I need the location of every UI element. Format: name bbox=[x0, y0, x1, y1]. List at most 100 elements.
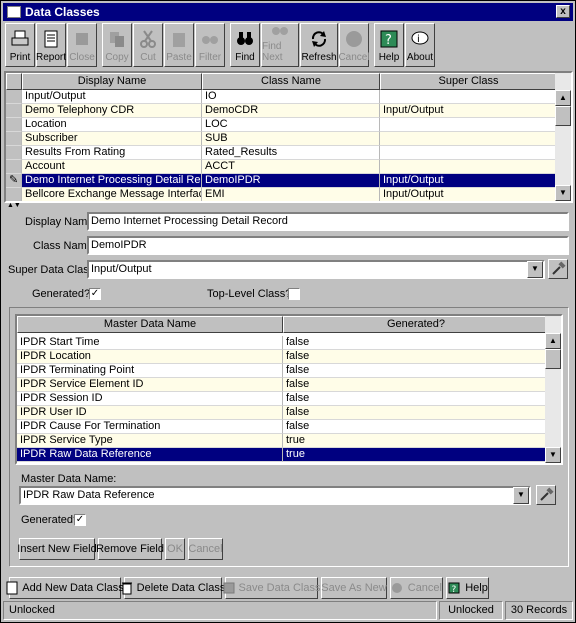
master-scroll-thumb[interactable] bbox=[545, 349, 561, 369]
master-cell[interactable]: IPDR Raw Data Reference bbox=[17, 448, 283, 462]
class-cell[interactable]: ACCT bbox=[202, 160, 380, 174]
class-row[interactable]: Bellcore Exchange Message Interface EMI In… bbox=[6, 188, 557, 201]
class-cell[interactable]: Location bbox=[22, 118, 202, 132]
bottom-help-button[interactable]: ? Help bbox=[446, 577, 489, 599]
master-row[interactable]: IPDR Cause For Termination false bbox=[17, 420, 549, 434]
toolbar-refresh-button[interactable]: Refresh bbox=[300, 23, 338, 67]
master-cell[interactable]: IPDR User ID bbox=[17, 406, 283, 420]
class-cell[interactable]: Results From Rating bbox=[22, 146, 202, 160]
master-cell[interactable]: false bbox=[283, 406, 549, 420]
toolbar-report-button[interactable]: Report bbox=[36, 23, 66, 67]
class-cell[interactable] bbox=[380, 146, 557, 160]
row-header[interactable] bbox=[6, 90, 22, 104]
class-row[interactable]: Location LOC bbox=[6, 118, 557, 132]
toolbar-close-button[interactable]: Close bbox=[67, 23, 97, 67]
top-level-checkbox[interactable] bbox=[288, 288, 300, 300]
class-cell[interactable]: Demo Internet Processing Detail Record bbox=[22, 174, 202, 188]
classes-vertical-scrollbar[interactable]: ▲ ▼ bbox=[555, 73, 571, 201]
class-cell[interactable]: IO bbox=[202, 90, 380, 104]
insert-new-field-button[interactable]: Insert New Field bbox=[17, 538, 97, 560]
field-generated-checkbox[interactable]: ✓ bbox=[74, 514, 86, 526]
save-data-class-button[interactable]: Save Data Class bbox=[223, 577, 320, 599]
master-row[interactable]: IPDR Service Type true bbox=[17, 434, 549, 448]
class-cell[interactable] bbox=[380, 160, 557, 174]
master-cell[interactable]: false bbox=[283, 378, 549, 392]
class-cell[interactable]: Account bbox=[22, 160, 202, 174]
toolbar-paste-button[interactable]: Paste bbox=[164, 23, 194, 67]
master-row[interactable]: IPDR User ID false bbox=[17, 406, 549, 420]
master-cell[interactable]: IPDR Service Element ID bbox=[17, 378, 283, 392]
class-cell[interactable]: DemoCDR bbox=[202, 104, 380, 118]
class-cell[interactable]: SUB bbox=[202, 132, 380, 146]
class-row[interactable]: Results From Rating Rated_Results bbox=[6, 146, 557, 160]
class-row[interactable]: Subscriber SUB bbox=[6, 132, 557, 146]
master-cell[interactable]: IPDR Start Time bbox=[17, 336, 283, 350]
toolbar-find-next-button[interactable]: Find Next bbox=[261, 23, 299, 67]
master-cell[interactable]: IPDR Location bbox=[17, 350, 283, 364]
toolbar-about-button[interactable]: i About bbox=[405, 23, 435, 67]
class-row[interactable]: ✎Demo Internet Processing Detail RecordD… bbox=[6, 174, 557, 188]
master-cell[interactable]: false bbox=[283, 336, 549, 350]
master-cell[interactable]: true bbox=[283, 448, 549, 462]
master-row[interactable]: IPDR Start Time false bbox=[17, 336, 549, 350]
scroll-up-button[interactable]: ▲ bbox=[555, 90, 571, 106]
master-vertical-scrollbar[interactable]: ▲ ▼ bbox=[545, 316, 561, 463]
column-header-master-data-name[interactable]: Master Data Name bbox=[17, 316, 283, 333]
toolbar-print-button[interactable]: Print bbox=[5, 23, 35, 67]
master-cell[interactable]: IPDR Service Type bbox=[17, 434, 283, 448]
master-data-picker-button[interactable] bbox=[536, 485, 556, 505]
close-window-button[interactable]: x bbox=[556, 5, 570, 18]
class-cell[interactable]: Input/Output bbox=[380, 174, 557, 188]
class-cell[interactable]: LOC bbox=[202, 118, 380, 132]
master-cell[interactable]: false bbox=[283, 364, 549, 378]
master-data-dropdown-arrow[interactable]: ▼ bbox=[513, 487, 529, 504]
scroll-thumb[interactable] bbox=[555, 106, 571, 126]
add-new-data-class-button[interactable]: Add New Data Class bbox=[6, 577, 124, 599]
master-row[interactable]: IPDR Terminating Point false bbox=[17, 364, 549, 378]
row-header[interactable] bbox=[6, 104, 22, 118]
class-cell[interactable] bbox=[380, 118, 557, 132]
edit-row-indicator-icon[interactable]: ✎ bbox=[6, 174, 22, 188]
bottom-cancel-button[interactable]: Cancel bbox=[390, 577, 443, 599]
class-row[interactable]: Demo Telephony CDR DemoCDR Input/Output bbox=[6, 104, 557, 118]
toolbar-copy-button[interactable]: Copy bbox=[102, 23, 132, 67]
toolbar-find-button[interactable]: Find bbox=[230, 23, 260, 67]
master-row[interactable]: IPDR Location false bbox=[17, 350, 549, 364]
super-class-picker-button[interactable] bbox=[548, 259, 568, 279]
title-bar[interactable]: Data Classes x bbox=[3, 3, 573, 21]
column-header-super-class[interactable]: Super Class bbox=[380, 73, 557, 90]
row-header[interactable] bbox=[6, 160, 22, 174]
master-cell[interactable]: false bbox=[283, 350, 549, 364]
column-header-generated[interactable]: Generated? bbox=[283, 316, 549, 333]
toolbar-cut-button[interactable]: Cut bbox=[133, 23, 163, 67]
class-cell[interactable] bbox=[380, 132, 557, 146]
class-cell[interactable]: Bellcore Exchange Message Interface bbox=[22, 188, 202, 201]
row-header[interactable] bbox=[6, 118, 22, 132]
master-row[interactable]: IPDR Raw Data Reference true bbox=[17, 448, 549, 462]
toolbar-cancel-button[interactable]: Cancel bbox=[338, 23, 370, 67]
class-cell[interactable]: Input/Output bbox=[380, 188, 557, 201]
scroll-down-button[interactable]: ▼ bbox=[555, 185, 571, 201]
master-scroll-down-button[interactable]: ▼ bbox=[545, 447, 561, 463]
master-cell[interactable]: false bbox=[283, 392, 549, 406]
field-cancel-button[interactable]: Cancel bbox=[188, 538, 223, 560]
master-cell[interactable]: true bbox=[283, 434, 549, 448]
toolbar-filter-button[interactable]: Filter bbox=[195, 23, 225, 67]
master-row[interactable]: IPDR Session ID false bbox=[17, 392, 549, 406]
class-row[interactable]: Input/Output IO bbox=[6, 90, 557, 104]
master-cell[interactable]: IPDR Session ID bbox=[17, 392, 283, 406]
class-row[interactable]: Account ACCT bbox=[6, 160, 557, 174]
class-name-field[interactable]: DemoIPDR bbox=[87, 236, 569, 255]
column-header-display-name[interactable]: Display Name bbox=[22, 73, 202, 90]
row-header[interactable] bbox=[6, 132, 22, 146]
save-as-new-button[interactable]: Save As New bbox=[321, 577, 387, 599]
delete-data-class-button[interactable]: Delete Data Class bbox=[121, 577, 225, 599]
class-cell[interactable]: Input/Output bbox=[22, 90, 202, 104]
master-cell[interactable]: IPDR Cause For Termination bbox=[17, 420, 283, 434]
generated-checkbox[interactable]: ✓ bbox=[89, 288, 101, 300]
class-cell[interactable]: Input/Output bbox=[380, 104, 557, 118]
master-scroll-up-button[interactable]: ▲ bbox=[545, 333, 561, 349]
master-data-name-dropdown[interactable]: IPDR Raw Data Reference bbox=[19, 486, 531, 505]
toolbar-help-button[interactable]: ? Help bbox=[374, 23, 404, 67]
master-cell[interactable]: false bbox=[283, 420, 549, 434]
